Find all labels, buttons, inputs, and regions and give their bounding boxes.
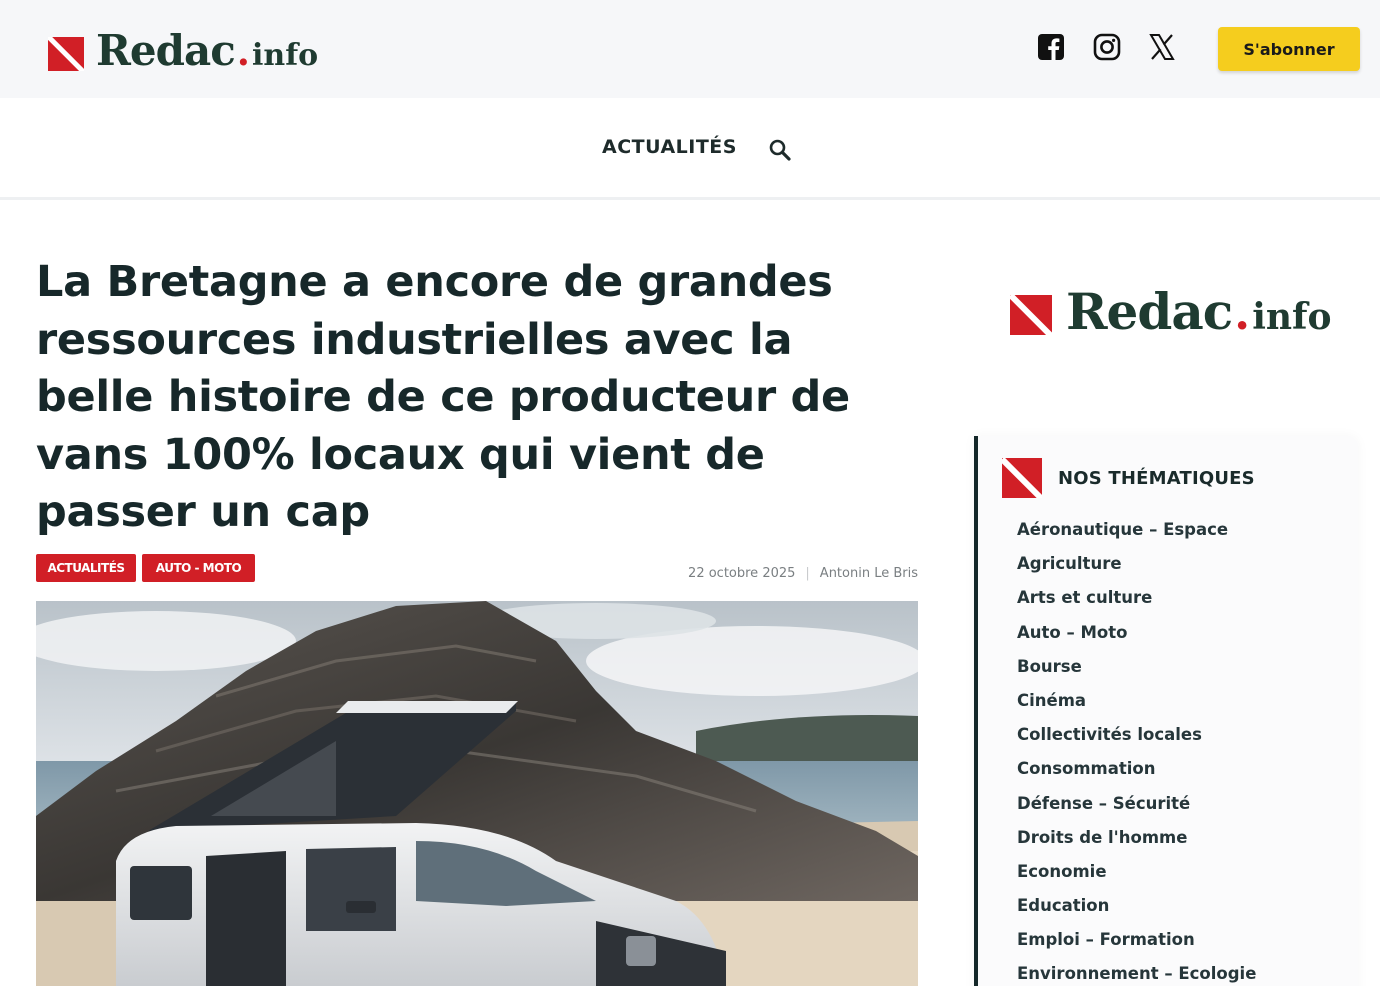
tag-actualites[interactable]: Actualités (36, 554, 136, 582)
theme-item-cinema[interactable]: Cinéma (1017, 691, 1256, 725)
sidebar-logo-mark-icon (1010, 295, 1052, 335)
theme-item-droits[interactable]: Droits de l'homme (1017, 828, 1256, 862)
theme-item-aeronautique[interactable]: Aéronautique – Espace (1017, 520, 1256, 554)
theme-item-arts-culture[interactable]: Arts et culture (1017, 588, 1256, 622)
article-author[interactable]: Antonin Le Bris (820, 566, 918, 581)
search-icon[interactable] (766, 136, 794, 164)
logo-mark-icon (48, 37, 84, 71)
theme-item-defense[interactable]: Défense – Sécurité (1017, 794, 1256, 828)
main-nav: ACTUALITÉS (0, 98, 1380, 200)
theme-item-emploi[interactable]: Emploi – Formation (1017, 930, 1256, 964)
theme-item-auto-moto[interactable]: Auto – Moto (1017, 623, 1256, 657)
sidebar-logo-tld: info (1252, 296, 1332, 338)
article-title: La Bretagne a encore de grandes ressourc… (36, 257, 850, 537)
article-date: 22 octobre 2025 (688, 566, 796, 581)
sidebar-logo[interactable]: Redac. info (1010, 282, 1332, 341)
top-header: Redac. info S'abonner (0, 0, 1380, 98)
logo-dot: . (236, 29, 251, 74)
meta-separator: | (805, 566, 810, 581)
themes-list: Aéronautique – Espace Agriculture Arts e… (1017, 520, 1256, 986)
tag-auto-moto[interactable]: Auto - Moto (142, 554, 255, 582)
instagram-icon[interactable] (1090, 30, 1124, 64)
sidebar-logo-dot: . (1234, 286, 1251, 340)
facebook-icon[interactable] (1034, 30, 1068, 64)
site-logo[interactable]: Redac. info (48, 26, 318, 75)
theme-item-environnement[interactable]: Environnement – Ecologie (1017, 964, 1256, 986)
themes-logo-mark-icon (1002, 458, 1042, 498)
subscribe-button[interactable]: S'abonner (1218, 27, 1360, 71)
themes-title: NOS THÉMATIQUES (1058, 468, 1255, 489)
theme-item-bourse[interactable]: Bourse (1017, 657, 1256, 691)
sidebar-logo-word: Redac (1066, 282, 1233, 341)
nav-item-actualites[interactable]: ACTUALITÉS (602, 136, 737, 158)
theme-item-consommation[interactable]: Consommation (1017, 759, 1256, 793)
theme-item-agriculture[interactable]: Agriculture (1017, 554, 1256, 588)
theme-item-education[interactable]: Education (1017, 896, 1256, 930)
article-meta: 22 octobre 2025 | Antonin Le Bris (688, 566, 918, 581)
hero-image (36, 601, 918, 986)
logo-word: Redac (96, 26, 236, 75)
logo-tld: info (252, 38, 319, 73)
x-icon[interactable] (1145, 30, 1179, 64)
theme-item-collectivites[interactable]: Collectivités locales (1017, 725, 1256, 759)
themes-panel: NOS THÉMATIQUES Aéronautique – Espace Ag… (974, 436, 1358, 986)
theme-item-economie[interactable]: Economie (1017, 862, 1256, 896)
